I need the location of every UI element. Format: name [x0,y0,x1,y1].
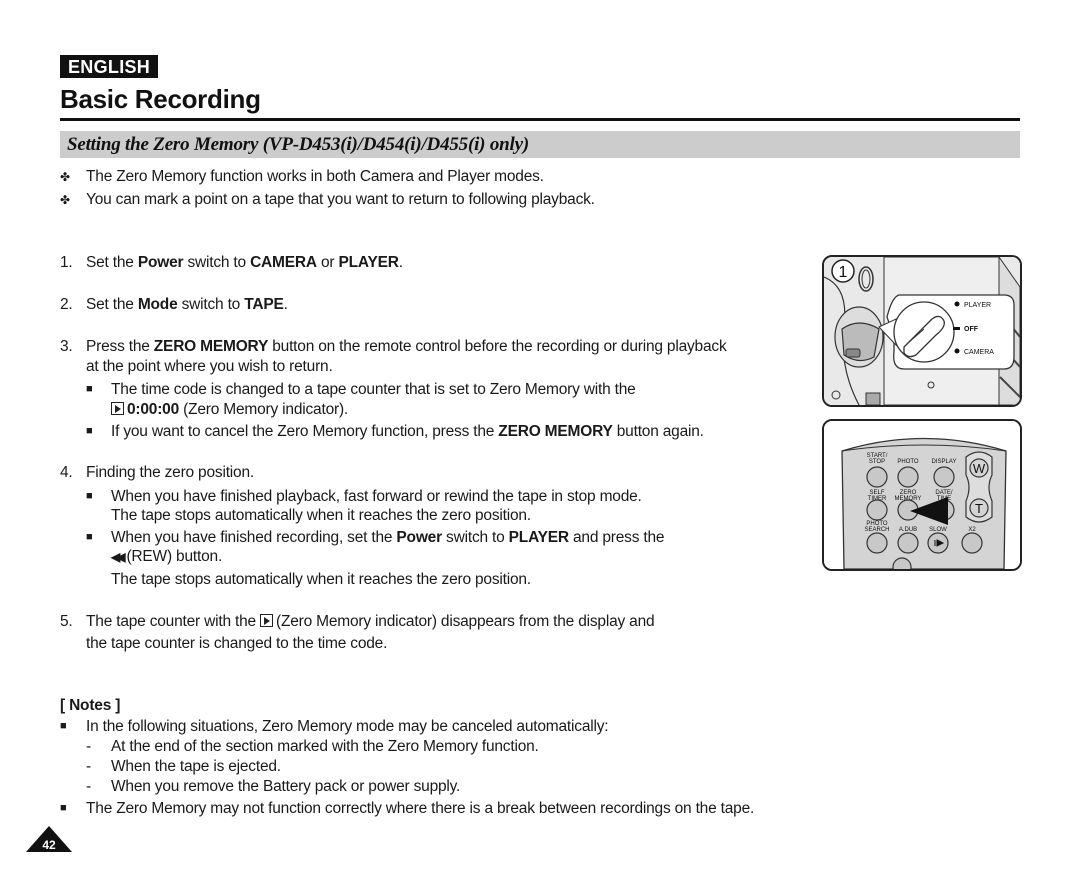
square-bullet-icon: ■ [86,490,93,502]
step-3: 3. Press the ZERO MEMORY button on the re… [60,338,727,355]
photo-button [897,466,919,488]
step-4-sub-1-continued: The tape stops automatically when it rea… [111,507,531,524]
figure-remote-control: START/ STOP PHOTO DISPLAY SELF TIMER ZER… [822,419,1022,571]
step-4-sub-2-continued: ◀◀ (REW) button. [111,548,223,565]
svg-text:STOP: STOP [869,459,885,465]
square-bullet-icon: ■ [86,425,93,437]
step-number-label: 1 [839,264,848,281]
step-3-sub-1-continued: 0:00:00 (Zero Memory indicator). [111,400,348,420]
start-stop-button [866,466,888,488]
step-4-sub-2-note: The tape stops automatically when it rea… [111,571,531,588]
notes-heading: [ Notes ] [60,697,121,714]
label-adub: A.DUB [899,527,917,533]
switch-label-camera: CAMERA [964,349,994,356]
a-dub-button [897,532,919,554]
square-bullet-icon: ■ [60,720,67,732]
svg-text:SEARCH: SEARCH [864,527,889,533]
step-3-sub-1: ■ The time code is changed to a tape coun… [86,381,636,398]
page-number: 42 [42,838,56,852]
clover-bullet-icon: ✤ [60,193,70,207]
camcorder-illustration: PLAYER OFF CAMERA 1 [824,257,1020,405]
square-bullet-icon: ■ [86,531,93,543]
square-bullet-icon: ■ [60,802,67,814]
step-3-sub-2: ■ If you want to cancel the Zero Memory f… [86,423,704,440]
step-4: 4. Finding the zero position. [60,464,254,481]
language-badge: ENGLISH [60,55,159,78]
zero-memory-indicator-icon [111,402,124,415]
zoom-t-label: T [975,501,983,516]
figure-power-switch: PLAYER OFF CAMERA 1 [822,255,1022,407]
self-timer-button [866,499,888,521]
step-5-continued: the tape counter is changed to the time … [86,635,388,652]
step-5: 5. The tape counter with the (Zero Memory… [60,613,655,630]
section-title: Setting the Zero Memory (VP-D453(i)/D454… [67,134,529,155]
note-item: ■ In the following situations, Zero Memor… [60,718,609,735]
remote-control-illustration: START/ STOP PHOTO DISPLAY SELF TIMER ZER… [824,421,1020,569]
step-4-sub-2: ■ When you have finished recording, set t… [86,529,665,546]
photo-search-button [866,532,888,554]
x2-button [961,532,983,554]
note-subitem: - When you remove the Battery pack or pow… [86,778,461,795]
rewind-icon: ◀◀ [111,550,126,564]
note-subitem: - At the end of the section marked with t… [86,738,539,755]
page-title: Basic Recording [60,84,261,114]
step-1: 1. Set the Power switch to CAMERA or PLAY… [60,254,403,271]
display-button [933,466,955,488]
page-number-badge: 42 [26,826,72,852]
zero-memory-indicator-icon [260,614,274,627]
intro-item: ✤ The Zero Memory function works in both … [60,168,544,185]
switch-label-off: OFF [964,326,979,333]
step-3-continued: at the point where you wish to return. [86,358,333,375]
clover-bullet-icon: ✤ [60,170,70,184]
intro-item: ✤ You can mark a point on a tape that you… [60,191,595,208]
label-x2: X2 [968,527,976,533]
zoom-w-label: W [973,461,986,476]
title-divider [60,118,1020,121]
note-item: ■ The Zero Memory may not function correc… [60,800,755,817]
step-4-sub-1: ■ When you have finished playback, fast f… [86,488,642,505]
switch-label-player: PLAYER [964,302,991,309]
label-display: DISPLAY [932,459,957,465]
step-2: 2. Set the Mode switch to TAPE. [60,296,288,313]
label-slow: SLOW [929,527,947,533]
note-subitem: - When the tape is ejected. [86,758,281,775]
label-photo: PHOTO [897,459,919,465]
square-bullet-icon: ■ [86,383,93,395]
